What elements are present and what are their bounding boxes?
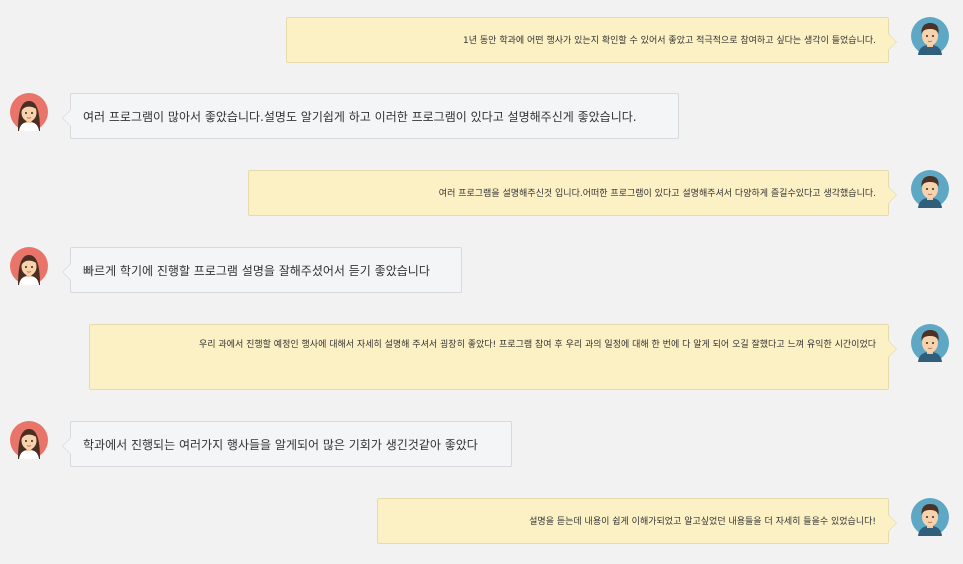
message-bubble-sent: 1년 동안 학과에 어떤 행사가 있는지 확인할 수 있어서 좋았고 적극적으로… (286, 17, 897, 63)
female-avatar-icon (10, 93, 48, 131)
message-text: 학과에서 진행되는 여러가지 행사들을 알게되어 많은 기회가 생긴것같아 좋았… (83, 438, 478, 452)
male-avatar-icon (911, 498, 949, 536)
message-text: 여러 프로그램이 많아서 좋았습니다.설명도 알기쉽게 하고 이러한 프로그램이… (83, 110, 637, 124)
chat-thread: 1년 동안 학과에 어떤 행사가 있는지 확인할 수 있어서 좋았고 적극적으로… (0, 0, 963, 564)
message-text: 1년 동안 학과에 어떤 행사가 있는지 확인할 수 있어서 좋았고 적극적으로… (463, 36, 876, 46)
female-avatar-icon (10, 247, 48, 285)
message-bubble-sent: 우리 과에서 진행할 예정인 행사에 대해서 자세히 설명해 주셔서 굉장히 좋… (89, 324, 897, 390)
male-avatar-icon (911, 17, 949, 55)
male-avatar-icon (911, 324, 949, 362)
message-bubble-received: 학과에서 진행되는 여러가지 행사들을 알게되어 많은 기회가 생긴것같아 좋았… (62, 421, 512, 467)
message-bubble-received: 여러 프로그램이 많아서 좋았습니다.설명도 알기쉽게 하고 이러한 프로그램이… (62, 93, 679, 139)
male-avatar-icon (911, 170, 949, 208)
message-bubble-sent: 설명을 듣는데 내용이 쉽게 이해가되었고 알고싶었던 내용들을 더 자세히 들… (377, 498, 897, 544)
message-text: 빠르게 학기에 진행할 프로그램 설명을 잘해주셨어서 듣기 좋았습니다 (83, 264, 430, 278)
female-avatar-icon (10, 421, 48, 459)
message-bubble-received: 빠르게 학기에 진행할 프로그램 설명을 잘해주셨어서 듣기 좋았습니다 (62, 247, 462, 293)
message-text: 여러 프로그램을 설명해주신것 입니다.어떠한 프로그램이 있다고 설명해주셔서… (438, 189, 876, 199)
message-bubble-sent: 여러 프로그램을 설명해주신것 입니다.어떠한 프로그램이 있다고 설명해주셔서… (248, 170, 897, 216)
message-text: 우리 과에서 진행할 예정인 행사에 대해서 자세히 설명해 주셔서 굉장히 좋… (198, 340, 876, 350)
message-text: 설명을 듣는데 내용이 쉽게 이해가되었고 알고싶었던 내용들을 더 자세히 들… (529, 517, 876, 527)
